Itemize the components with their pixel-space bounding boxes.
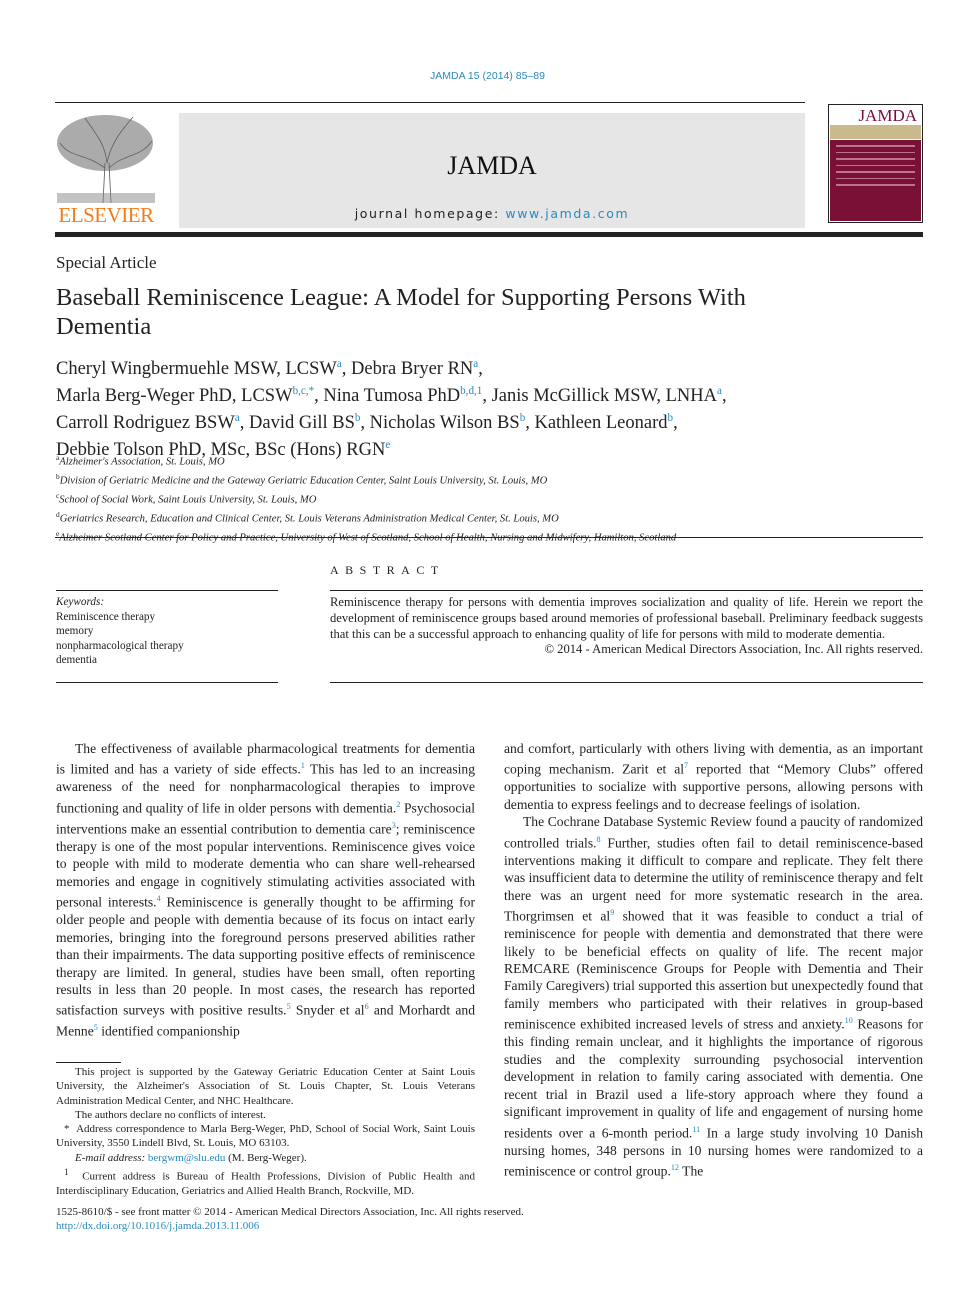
body-left-column: The effectiveness of available pharmacol…: [56, 740, 475, 1040]
text-run: showed that it was feasible to conduct a…: [504, 908, 923, 1032]
author-name[interactable]: Cheryl Wingbermuehle MSW, LCSW: [56, 359, 337, 379]
cover-header: JAMDA: [830, 106, 921, 125]
affiliation: dGeriatrics Research, Education and Clin…: [56, 508, 926, 527]
footnote-mark: 1: [64, 1167, 69, 1178]
author-affiliation-mark[interactable]: e: [385, 439, 390, 451]
author-separator: ,: [478, 359, 483, 380]
affiliation-text: Alzheimer Scotland Center for Policy and…: [59, 532, 677, 544]
conflicts-note: The authors declare no conflicts of inte…: [75, 1108, 266, 1121]
doi-link[interactable]: http://dx.doi.org/10.1016/j.jamda.2013.1…: [56, 1220, 259, 1232]
email-owner: (M. Berg-Weger).: [225, 1151, 307, 1164]
author-line: Marla Berg-Weger PhD, LCSWb,c,*, Nina Tu…: [56, 380, 936, 407]
affiliation-rule: [55, 537, 923, 538]
front-matter: 1525-8610/$ - see front matter © 2014 - …: [56, 1205, 756, 1234]
homepage-link[interactable]: www.jamda.com: [505, 206, 629, 221]
issn-line: 1525-8610/$ - see front matter © 2014 - …: [56, 1206, 524, 1218]
abstract-bottom-rule: [330, 682, 923, 683]
abstract-text: Reminiscence therapy for persons with de…: [330, 595, 923, 641]
journal-citation[interactable]: JAMDA 15 (2014) 85–89: [0, 70, 975, 82]
body-right-column: and comfort, particularly with others li…: [504, 740, 923, 1180]
author-affiliation-mark[interactable]: b,c,*: [293, 385, 315, 397]
author-name[interactable]: Kathleen Leonard: [534, 413, 667, 433]
affiliation-text: Alzheimer's Association, St. Louis, MO: [59, 456, 225, 468]
body-paragraph: The effectiveness of available pharmacol…: [56, 740, 475, 1040]
author-separator: ,: [482, 386, 492, 407]
asterisk-mark: *: [64, 1123, 70, 1136]
abstract-copyright: © 2014 - American Medical Directors Asso…: [544, 642, 923, 657]
body-paragraph: and comfort, particularly with others li…: [504, 740, 923, 813]
text-run: Snyder et al: [290, 1003, 365, 1018]
author-separator: ,: [673, 413, 678, 434]
elsevier-logo[interactable]: ELSEVIER: [55, 113, 157, 228]
cover-body: [830, 140, 921, 221]
text-run: Reminiscence is generally thought to be …: [56, 894, 475, 1018]
journal-cover[interactable]: JAMDA: [828, 104, 923, 223]
author-list: Cheryl Wingbermuehle MSW, LCSWa, Debra B…: [56, 353, 936, 462]
header-rule: [55, 102, 805, 103]
author-separator: ,: [341, 359, 352, 380]
footnote-rule: [56, 1062, 121, 1063]
affiliation: aAlzheimer's Association, St. Louis, MO: [56, 451, 926, 470]
affiliation-text: School of Social Work, Saint Louis Unive…: [59, 494, 317, 506]
correspondence-text: Address correspondence to Marla Berg-Weg…: [56, 1123, 475, 1150]
abstract-top-rule: [330, 590, 923, 591]
author-separator: ,: [239, 413, 249, 434]
article-page: JAMDA 15 (2014) 85–89 ELSEVIER JAMDA jou…: [0, 0, 975, 1305]
author-name[interactable]: Janis McGillick MSW, LNHA: [492, 386, 717, 406]
article-type: Special Article: [56, 253, 157, 272]
address-note: 1 Current address is Bureau of Health Pr…: [56, 1165, 475, 1198]
header-thick-rule: [55, 232, 923, 237]
author-name[interactable]: Marla Berg-Weger PhD, LCSW: [56, 386, 293, 406]
email-note: E-mail address: bergwm@slu.edu (M. Berg-…: [56, 1151, 475, 1165]
email-link[interactable]: bergwm@slu.edu: [148, 1152, 225, 1164]
author-separator: ,: [314, 386, 324, 407]
text-run: The: [679, 1163, 704, 1179]
body-paragraph: The Cochrane Database Systemic Review fo…: [504, 813, 923, 1180]
author-separator: ,: [721, 386, 727, 407]
author-affiliation-mark[interactable]: b,d,1: [460, 385, 482, 397]
keywords-bottom-rule: [56, 682, 278, 683]
keyword: memory: [56, 625, 94, 637]
reference-citation[interactable]: 11: [692, 1125, 700, 1134]
author-separator: ,: [360, 413, 370, 434]
cover-band: [830, 125, 921, 139]
cover-title: JAMDA: [858, 106, 917, 125]
journal-homepage: journal homepage: www.jamda.com: [179, 206, 805, 221]
article-title: Baseball Reminiscence League: A Model fo…: [56, 284, 746, 340]
keywords-label: Keywords:: [56, 596, 105, 608]
elsevier-tree-icon: [57, 115, 155, 204]
keywords-top-rule: [56, 590, 278, 591]
author-name[interactable]: Nina Tumosa PhD: [323, 386, 460, 406]
abstract-heading: ABSTRACT: [330, 563, 445, 577]
homepage-label: journal homepage:: [354, 206, 506, 221]
affiliation-text: Geriatrics Research, Education and Clini…: [59, 513, 559, 525]
text-run: identified companionship: [97, 1023, 240, 1039]
text-run: Reasons for this finding remain unclear,…: [504, 1016, 923, 1141]
publisher-name: ELSEVIER: [58, 203, 154, 227]
abstract: Reminiscence therapy for persons with de…: [330, 595, 923, 658]
address-text: Current address is Bureau of Health Prof…: [56, 1170, 476, 1198]
affiliation-text: Division of Geriatric Medicine and the G…: [59, 475, 548, 487]
author-name[interactable]: Carroll Rodriguez BSW: [56, 413, 235, 433]
author-name[interactable]: David Gill BS: [249, 413, 355, 433]
keyword: dementia: [56, 654, 98, 666]
author-name[interactable]: Debra Bryer RN: [351, 359, 473, 379]
reference-citation[interactable]: 12: [671, 1163, 679, 1172]
keywords: Keywords: Reminiscence therapy memory no…: [56, 595, 278, 668]
email-label: E-mail address:: [75, 1151, 146, 1164]
affiliation-list: aAlzheimer's Association, St. Louis, MO b…: [56, 451, 926, 546]
reference-citation[interactable]: 10: [845, 1016, 853, 1025]
keyword: nonpharmacological therapy: [56, 639, 184, 652]
author-line: Carroll Rodriguez BSWa, David Gill BSb, …: [56, 407, 936, 434]
keyword: Reminiscence therapy: [56, 610, 156, 623]
funding-note: This project is supported by the Gateway…: [56, 1066, 475, 1107]
footnotes: This project is supported by the Gateway…: [56, 1065, 475, 1198]
author-name[interactable]: Nicholas Wilson BS: [370, 413, 520, 433]
journal-banner: JAMDA journal homepage: www.jamda.com: [179, 113, 805, 228]
affiliation: bDivision of Geriatric Medicine and the …: [56, 470, 926, 489]
journal-title: JAMDA: [447, 151, 537, 180]
author-line: Cheryl Wingbermuehle MSW, LCSWa, Debra B…: [56, 353, 936, 380]
affiliation: cSchool of Social Work, Saint Louis Univ…: [56, 489, 926, 508]
correspondence-note: * Address correspondence to Marla Berg-W…: [56, 1122, 475, 1151]
